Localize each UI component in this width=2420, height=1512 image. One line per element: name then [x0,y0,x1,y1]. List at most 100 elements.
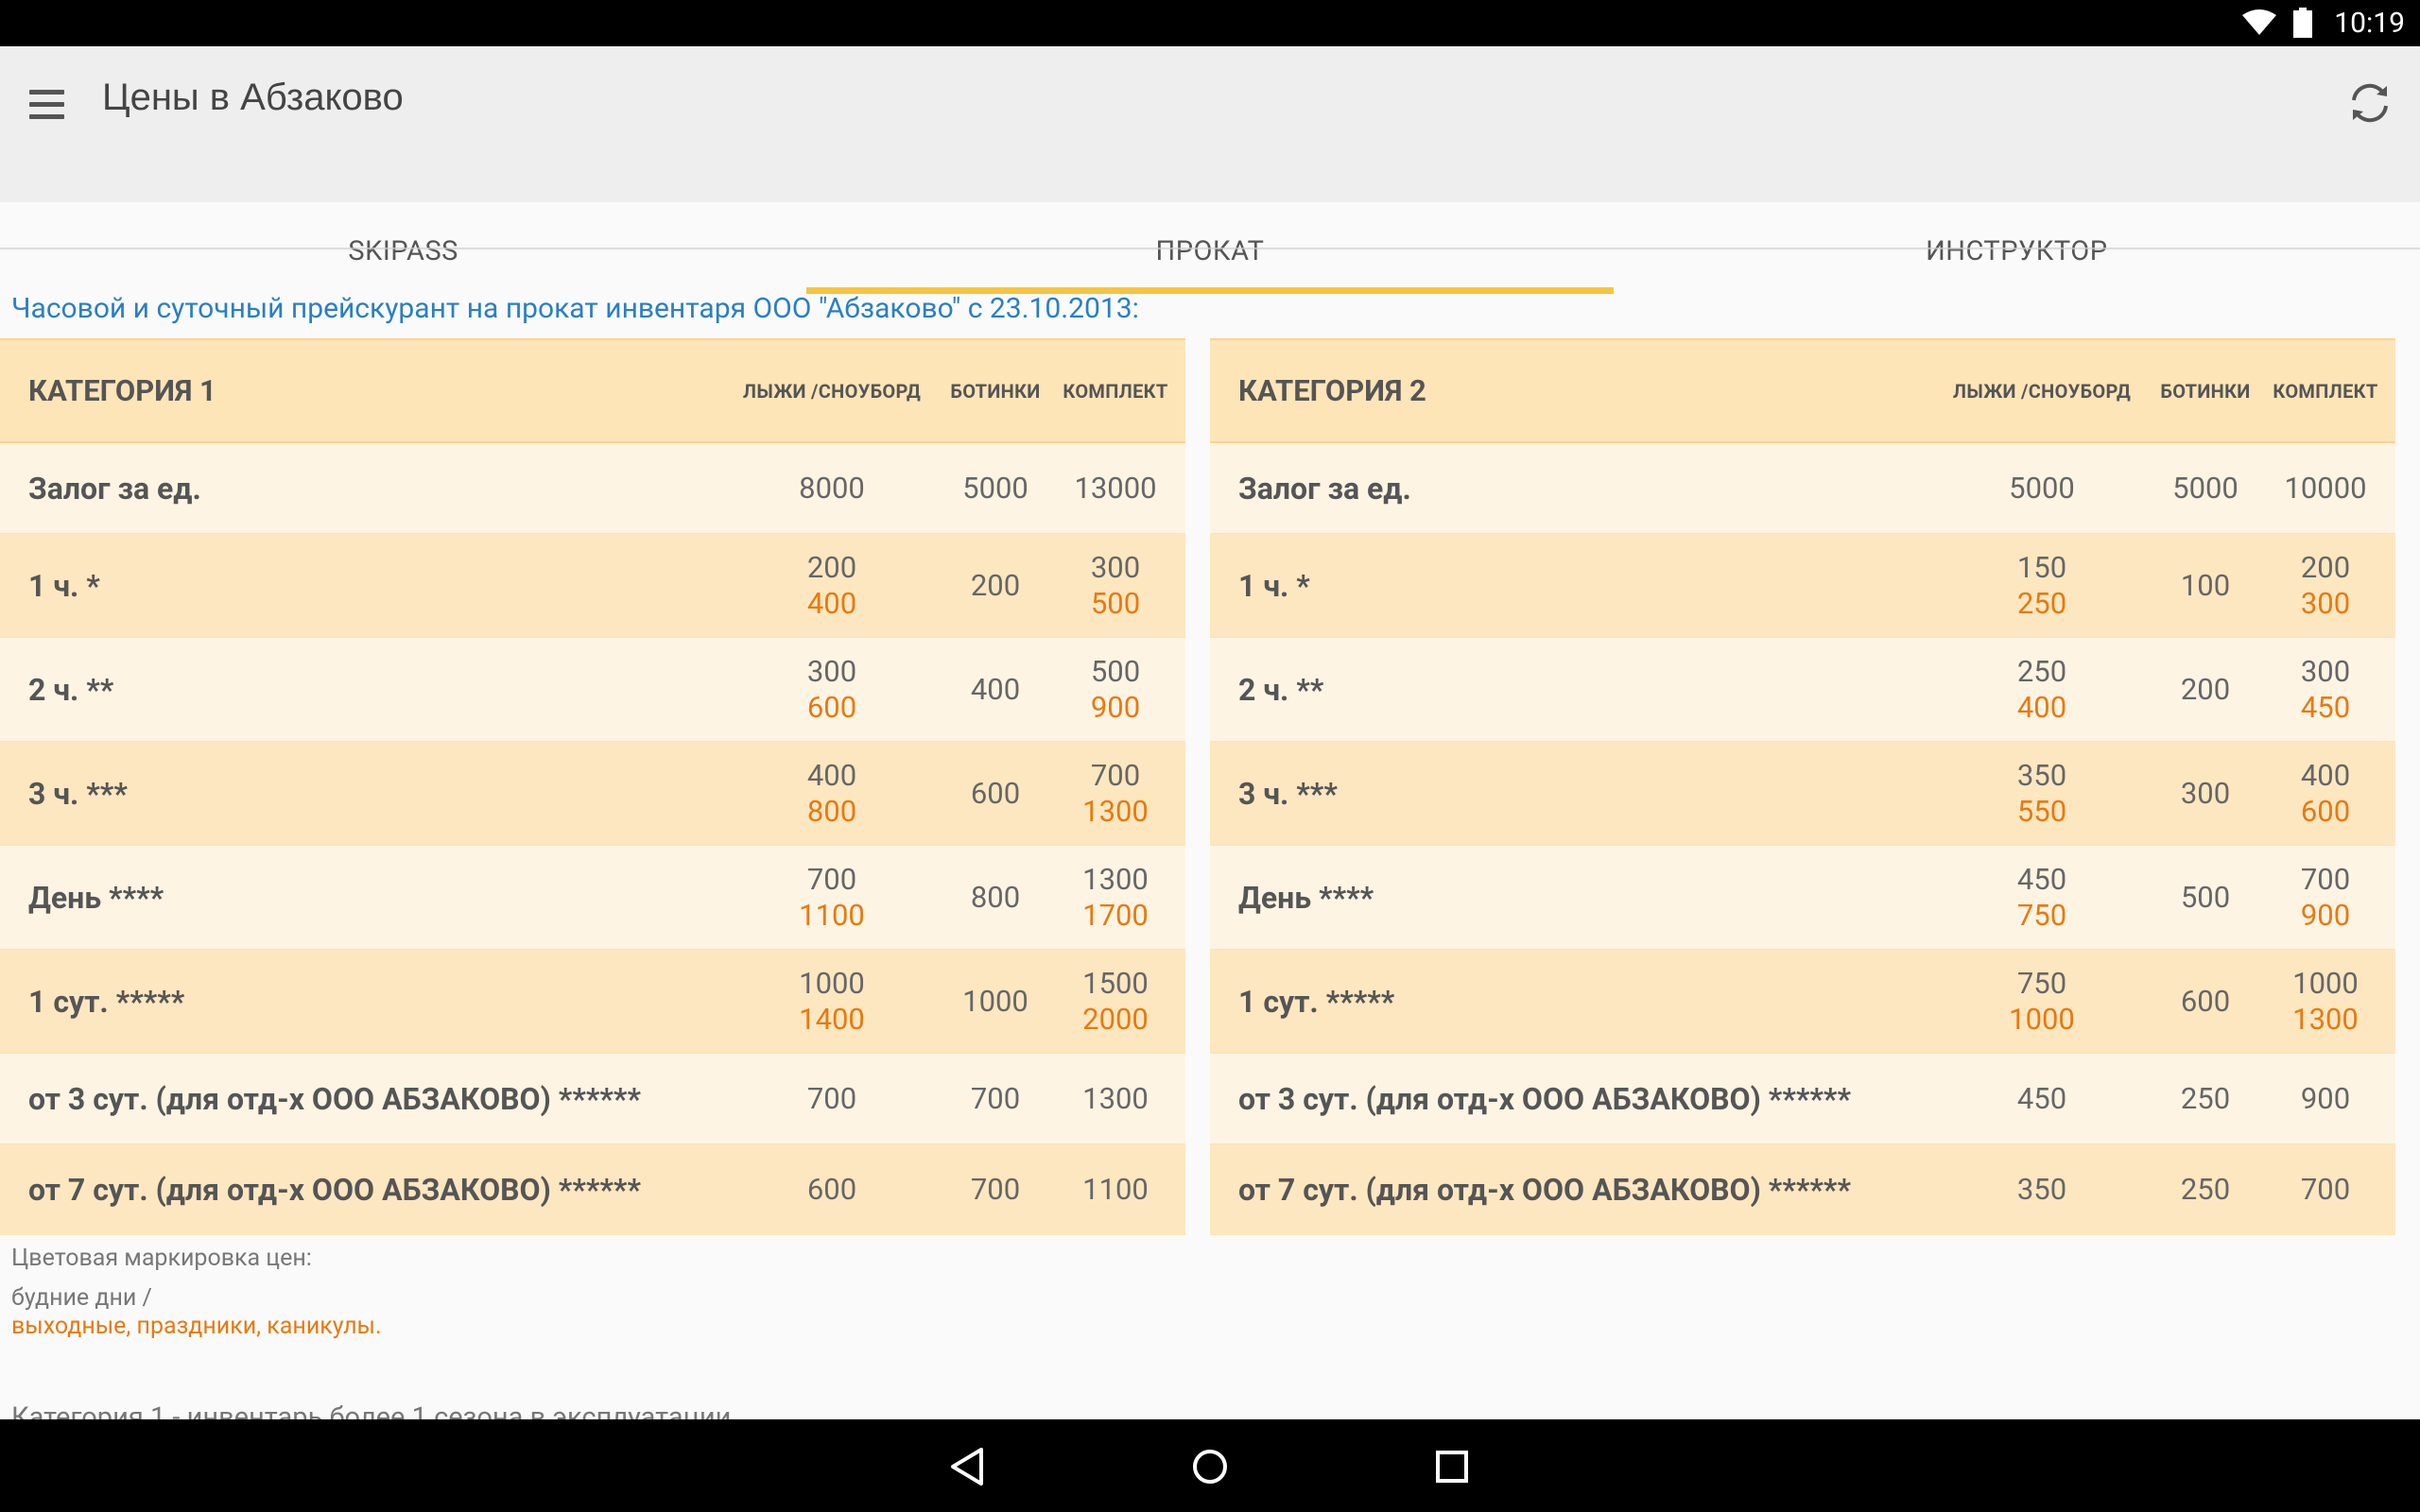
content-area[interactable]: Часовой и суточный прейскурант на прокат… [0,250,2420,1419]
set-price: 300 [2300,653,2351,689]
set-price-weekend: 2000 [1082,1001,1149,1037]
boots-price: 700 [970,1080,1021,1116]
set-price: 1300 [1082,1080,1149,1116]
row-label: 3 ч. *** [1238,775,1338,812]
set-price-weekend: 500 [1090,585,1141,621]
row-label: 1 сут. ***** [28,983,185,1020]
legend-weekday: будние дни / [11,1284,152,1312]
refresh-icon[interactable] [2344,77,2395,129]
row-label: 1 ч. * [1238,567,1310,604]
row-label: 2 ч. ** [1238,671,1324,708]
skis-price: 700 [806,861,857,897]
skis-price: 350 [2016,757,2067,793]
table-row: 2 ч. ** 250 400 200 300 450 [1210,638,2395,742]
row-label: 3 ч. *** [28,775,128,812]
row-label: от 3 сут. (для отд-х ООО АБЗАКОВО) *****… [1238,1080,1851,1117]
row-label: от 7 сут. (для отд-х ООО АБЗАКОВО) *****… [28,1171,641,1208]
table-row: Залог за ед. 5000 5000 10000 [1210,443,2395,534]
home-icon[interactable] [1187,1444,1233,1489]
skis-price-weekend: 550 [2016,793,2067,829]
navigation-bar [0,1419,2420,1512]
set-price-weekend: 600 [2300,793,2351,829]
hamburger-menu-icon[interactable] [26,84,68,126]
skis-price-weekend: 1400 [799,1001,865,1037]
column-header-set: КОМПЛЕКТ [1063,379,1168,403]
skis-price: 1000 [799,965,865,1001]
skis-price-weekend: 1100 [799,897,865,933]
table-row: от 3 сут. (для отд-х ООО АБЗАКОВО) *****… [1210,1054,2395,1144]
set-price: 200 [2300,549,2351,585]
category-title: КАТЕГОРИЯ 1 [28,373,216,408]
table-row: от 7 сут. (для отд-х ООО АБЗАКОВО) *****… [0,1144,1185,1235]
set-price-weekend: 900 [1090,689,1141,725]
set-price: 500 [1090,653,1141,689]
row-label: 2 ч. ** [28,671,114,708]
set-price: 1100 [1082,1171,1149,1207]
table-row: 1 сут. ***** 1000 1400 1000 1500 2000 [0,950,1185,1054]
skis-price: 5000 [2009,470,2075,506]
skis-price: 350 [2016,1171,2067,1207]
set-price-weekend: 1300 [2292,1001,2359,1037]
row-label: от 3 сут. (для отд-х ООО АБЗАКОВО) *****… [28,1080,641,1117]
category-title: КАТЕГОРИЯ 2 [1238,373,1426,408]
set-price: 700 [1090,757,1141,793]
skis-price: 750 [2016,965,2067,1001]
skis-price-weekend: 250 [2016,585,2067,621]
boots-price: 100 [2180,567,2231,603]
skis-price: 300 [806,653,857,689]
boots-price: 1000 [962,983,1028,1019]
back-icon[interactable] [945,1444,991,1489]
boots-price: 700 [970,1171,1021,1207]
skis-price: 600 [806,1171,857,1207]
set-price-weekend: 1700 [1082,897,1149,933]
skis-price-weekend: 800 [806,793,857,829]
boots-price: 800 [970,879,1021,915]
row-label: Залог за ед. [1238,470,1411,507]
column-header-boots: БОТИНКИ [2160,379,2251,403]
category-footnote: Категория 1 - инвентарь более 1 сезона в… [11,1401,732,1419]
table-row: 3 ч. *** 350 550 300 400 600 [1210,742,2395,846]
boots-price: 250 [2180,1080,2231,1116]
boots-price: 600 [970,775,1021,811]
skis-price: 700 [806,1080,857,1116]
table-row: 1 ч. * 200 400 200 300 500 [0,534,1185,638]
set-price: 700 [2300,1171,2351,1207]
set-price-weekend: 1300 [1082,793,1149,829]
skis-price: 450 [2016,861,2067,897]
recents-icon[interactable] [1429,1444,1475,1489]
boots-price: 200 [970,567,1021,603]
boots-price: 5000 [962,470,1028,506]
skis-price-weekend: 400 [2016,689,2067,725]
skis-price-weekend: 400 [806,585,857,621]
table-header: КАТЕГОРИЯ 1 ЛЫЖИ /СНОУБОРД БОТИНКИ КОМПЛЕКТ [0,338,1185,443]
set-price-weekend: 300 [2300,585,2351,621]
skis-price: 150 [2016,549,2067,585]
status-bar: 10:19 [0,0,2420,46]
table-row: от 3 сут. (для отд-х ООО АБЗАКОВО) *****… [0,1054,1185,1144]
skis-price: 400 [806,757,857,793]
set-price: 900 [2300,1080,2351,1116]
row-label: 1 ч. * [28,567,100,604]
table-row: День **** 450 750 500 700 900 [1210,846,2395,950]
boots-price: 5000 [2172,470,2238,506]
table-row: День **** 700 1100 800 1300 1700 [0,846,1185,950]
boots-price: 250 [2180,1171,2231,1207]
row-label: День **** [28,879,164,916]
clock: 10:19 [2334,7,2405,40]
column-header-set: КОМПЛЕКТ [2273,379,2378,403]
skis-price: 200 [806,549,857,585]
boots-price: 400 [970,671,1021,707]
table-row: 3 ч. *** 400 800 600 700 1300 [0,742,1185,846]
set-price: 10000 [2284,470,2367,506]
skis-price-weekend: 750 [2016,897,2067,933]
table-row: 1 ч. * 150 250 100 200 300 [1210,534,2395,638]
row-label: Залог за ед. [28,470,201,507]
table-row: Залог за ед. 8000 5000 13000 [0,443,1185,534]
page-title: Цены в Абзаково [102,77,404,118]
table-row: 1 сут. ***** 750 1000 600 1000 1300 [1210,950,2395,1054]
table-row: от 7 сут. (для отд-х ООО АБЗАКОВО) *****… [1210,1144,2395,1235]
set-price-weekend: 900 [2300,897,2351,933]
boots-price: 200 [2180,671,2231,707]
price-table-category-1: КАТЕГОРИЯ 1 ЛЫЖИ /СНОУБОРД БОТИНКИ КОМПЛЕКТ… [0,338,1185,1235]
boots-price: 500 [2180,879,2231,915]
